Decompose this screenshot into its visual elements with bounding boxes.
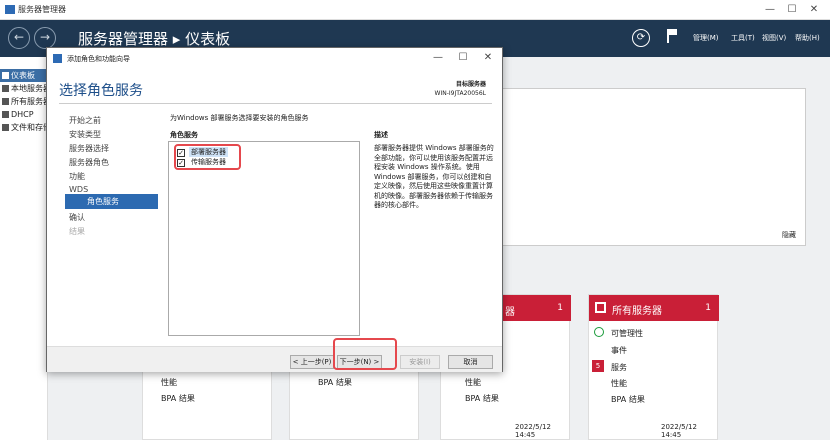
menu-help[interactable]: 帮助(H) — [795, 33, 820, 43]
tile-row[interactable]: 可管理性 — [611, 328, 643, 339]
wizard-maximize-button[interactable]: ☐ — [455, 51, 471, 65]
service-alert-badge: 5 — [592, 360, 604, 372]
add-roles-wizard: 添加角色和功能向导 — ☐ ✕ 选择角色服务 目标服务器 WIN-I9JTA20… — [46, 47, 503, 372]
dashboard-tile-all-servers[interactable]: 所有服务器 1 可管理性 事件 5 服务 性能 BPA 结果 2022/5/12… — [588, 294, 719, 440]
hide-link[interactable]: 隐藏 — [782, 230, 796, 240]
menu-manage[interactable]: 管理(M) — [693, 33, 719, 43]
step-features[interactable]: 功能 — [69, 171, 85, 182]
servers-icon — [595, 302, 606, 313]
previous-button[interactable]: < 上一步(P) — [290, 355, 334, 369]
back-icon[interactable]: ← — [8, 27, 30, 49]
servers-icon — [2, 98, 9, 105]
destination-label: 目标服务器 — [455, 81, 486, 88]
title-bar: 服务器管理器 — ☐ ✕ — [0, 0, 830, 20]
wizard-page-title: 选择角色服务 — [59, 83, 143, 99]
dashboard-icon — [2, 72, 9, 79]
tile-count: 1 — [557, 303, 563, 313]
dhcp-icon — [2, 111, 9, 118]
install-button: 安装(I) — [400, 355, 440, 369]
role-services-header: 角色服务 — [170, 131, 198, 139]
sidebar: 仪表板 本地服务器 所有服务器 DHCP 文件和存储服务 — [0, 57, 48, 440]
sidebar-item-file-storage[interactable]: 文件和存储服务 — [0, 121, 48, 134]
storage-icon — [2, 124, 9, 131]
server-icon — [2, 85, 9, 92]
tile-timestamp: 2022/5/12 14:45 — [661, 423, 697, 439]
step-server-selection[interactable]: 服务器选择 — [69, 143, 109, 154]
menu-view[interactable]: 视图(V) — [762, 33, 786, 43]
tile-row[interactable]: BPA 结果 — [611, 394, 645, 405]
tile-row[interactable]: 服务 — [611, 362, 627, 373]
tile-row[interactable]: BPA 结果 — [465, 393, 499, 404]
forward-icon[interactable]: → — [34, 27, 56, 49]
tile-row[interactable]: BPA 结果 — [318, 377, 352, 388]
sidebar-item-local-server[interactable]: 本地服务器 — [0, 82, 48, 95]
tile-row[interactable]: 事件 — [611, 345, 627, 356]
sidebar-item-dashboard[interactable]: 仪表板 — [0, 69, 48, 82]
wizard-minimize-button[interactable]: — — [430, 51, 446, 65]
annotation-highlight — [333, 338, 397, 370]
instruction-text: 为Windows 部署服务选择要安装的角色服务 — [170, 114, 309, 122]
step-confirmation[interactable]: 确认 — [69, 212, 85, 223]
tile-header[interactable]: 所有服务器 1 — [589, 295, 719, 321]
role-services-list: ✓ 部署服务器 ✓ 传输服务器 — [168, 141, 360, 336]
breadcrumb-title: 服务器管理器 ▸ 仪表板 — [78, 30, 231, 48]
maximize-button[interactable]: ☐ — [784, 3, 800, 17]
tile-timestamp: 2022/5/12 14:45 — [515, 423, 551, 439]
cancel-button[interactable]: 取消 — [448, 355, 493, 369]
tile-count: 1 — [705, 303, 711, 313]
ok-status-icon — [594, 327, 604, 337]
window-title: 服务器管理器 — [18, 5, 66, 14]
wizard-window-title: 添加角色和功能向导 — [67, 55, 130, 63]
minimize-button[interactable]: — — [762, 3, 778, 17]
notification-flag-icon[interactable] — [667, 29, 679, 43]
destination-server: 目标服务器 WIN-I9JTA20056L — [435, 80, 486, 98]
sidebar-item-dhcp[interactable]: DHCP — [0, 108, 48, 121]
close-button[interactable]: ✕ — [806, 3, 822, 17]
wizard-close-button[interactable]: ✕ — [480, 51, 496, 65]
tile-title: 所有服务器 — [612, 306, 662, 317]
refresh-icon[interactable]: ⟳ — [632, 29, 650, 47]
tile-row[interactable]: BPA 结果 — [161, 393, 195, 404]
destination-server-name: WIN-I9JTA20056L — [434, 90, 486, 97]
sidebar-item-all-servers[interactable]: 所有服务器 — [0, 95, 48, 108]
wizard-icon — [53, 54, 62, 63]
step-role-services[interactable]: 角色服务 — [65, 194, 158, 209]
step-server-roles[interactable]: 服务器角色 — [69, 157, 109, 168]
step-installation-type[interactable]: 安装类型 — [69, 129, 101, 140]
step-results: 结果 — [69, 227, 85, 236]
divider — [59, 103, 492, 104]
annotation-highlight — [174, 144, 241, 170]
description-header: 描述 — [374, 131, 388, 139]
menu-tools[interactable]: 工具(T) — [731, 33, 755, 43]
tile-title: 器 — [505, 307, 515, 318]
wizard-button-bar: < 上一步(P) 下一步(N) > 安装(I) 取消 — [47, 346, 502, 372]
description-text: 部署服务器提供 Windows 部署服务的全部功能，你可以使用该服务配置并远程安… — [374, 144, 494, 209]
tile-row[interactable]: 性能 — [465, 377, 481, 388]
step-before-you-begin[interactable]: 开始之前 — [69, 115, 101, 126]
tile-row[interactable]: 性能 — [161, 377, 177, 388]
server-manager-icon — [5, 5, 15, 14]
tile-row[interactable]: 性能 — [611, 378, 627, 389]
step-wds[interactable]: WDS — [69, 185, 88, 194]
welcome-panel — [502, 88, 806, 246]
